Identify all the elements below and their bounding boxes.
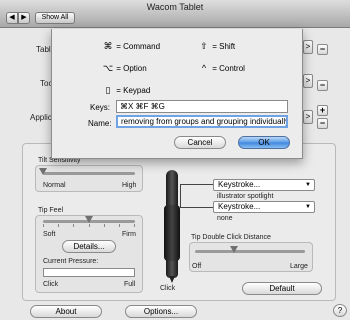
keystroke-sheet: ⌘ = Command ⇧ = Shift ⌥ = Option ^ = Con… — [51, 29, 303, 159]
show-all-button[interactable]: Show All — [35, 12, 75, 24]
pen-side-switch — [164, 205, 180, 261]
option-key-icon: ⌥ — [102, 63, 114, 73]
legend-option: ⌥ = Option — [102, 63, 147, 74]
legend-shift-label: = Shift — [212, 42, 236, 51]
double-click-max-label: Large — [290, 263, 308, 270]
legend-keypad: ▯ = Keypad — [102, 85, 151, 96]
back-button[interactable]: ◀ — [6, 12, 18, 24]
legend-option-label: = Option — [116, 64, 147, 73]
application-add-button[interactable]: + — [317, 105, 328, 116]
cancel-button[interactable]: Cancel — [174, 136, 226, 149]
keys-label: Keys: — [90, 103, 111, 112]
double-click-slider-thumb[interactable] — [229, 246, 238, 253]
window-title: Wacom Tablet — [146, 2, 204, 12]
tilt-max-label: High — [122, 182, 137, 189]
tilt-min-label: Normal — [43, 182, 66, 189]
name-field[interactable]: removing from groups and grouping indivi… — [116, 115, 288, 128]
application-scroll-right[interactable]: > — [303, 110, 313, 124]
default-button[interactable]: Default — [242, 282, 322, 295]
tip-feel-max-label: Firm — [122, 231, 136, 238]
details-button[interactable]: Details... — [62, 240, 116, 253]
upper-button-leader — [180, 184, 213, 185]
tip-feel-label: Tip Feel — [38, 207, 64, 214]
tilt-slider-track — [43, 172, 135, 175]
tip-feel-slider-thumb[interactable] — [85, 216, 93, 223]
tool-scroll-right[interactable]: > — [303, 74, 313, 88]
options-button[interactable]: Options... — [125, 305, 197, 318]
current-pressure-label: Current Pressure: — [43, 258, 99, 265]
control-key-icon: ^ — [201, 63, 207, 73]
popup-arrow-icon: ▼ — [305, 204, 311, 210]
legend-command-label: = Command — [116, 42, 161, 51]
lower-button-caption: none — [217, 215, 233, 222]
about-button[interactable]: About — [30, 305, 102, 318]
pressure-min-label: Click — [43, 281, 59, 288]
upper-button-popup[interactable]: Keystroke... ▼ — [213, 179, 315, 191]
application-remove-button[interactable]: − — [317, 118, 328, 129]
keypad-icon: ▯ — [105, 85, 111, 95]
tablet-remove-button[interactable]: − — [317, 44, 328, 55]
legend-command: ⌘ = Command — [102, 41, 161, 52]
double-click-distance-label: Tip Double Click Distance — [191, 234, 271, 241]
tip-feel-min-label: Soft — [43, 231, 56, 238]
tablet-scroll-right[interactable]: > — [303, 40, 313, 54]
popup-arrow-icon: ▼ — [305, 182, 311, 188]
ok-button[interactable]: OK — [238, 136, 290, 149]
help-button[interactable]: ? — [333, 304, 347, 317]
legend-control: ^ = Control — [198, 63, 245, 73]
legend-control-label: = Control — [212, 64, 245, 73]
double-click-slider-track — [195, 250, 305, 253]
pressure-meter — [43, 268, 135, 277]
name-label: Name: — [88, 119, 112, 128]
command-key-icon: ⌘ — [103, 41, 113, 51]
legend-shift: ⇧ = Shift — [198, 41, 235, 52]
pressure-max-label: Full — [124, 281, 136, 288]
lower-button-value: Keystroke... — [218, 202, 261, 211]
tip-feel-ticks — [43, 224, 135, 228]
double-click-min-label: Off — [192, 263, 202, 270]
lower-button-popup[interactable]: Keystroke... ▼ — [213, 201, 315, 213]
forward-button[interactable]: ▶ — [18, 12, 30, 24]
upper-button-value: Keystroke... — [218, 180, 261, 189]
pen-tip — [169, 276, 175, 283]
legend-keypad-label: = Keypad — [116, 86, 151, 95]
lower-button-leader — [180, 207, 213, 208]
upper-button-caption: illustrator spotlight — [217, 193, 274, 200]
title-bar: Wacom Tablet ◀ ▶ Show All — [0, 0, 350, 28]
tilt-slider-thumb[interactable] — [39, 168, 47, 175]
leader-joint — [180, 184, 181, 207]
pen-click-label: Click — [160, 285, 176, 292]
keys-field[interactable]: ⌘X ⌘F ⌘G — [116, 100, 288, 113]
shift-key-icon: ⇧ — [200, 41, 208, 51]
tool-remove-button[interactable]: − — [317, 80, 328, 91]
